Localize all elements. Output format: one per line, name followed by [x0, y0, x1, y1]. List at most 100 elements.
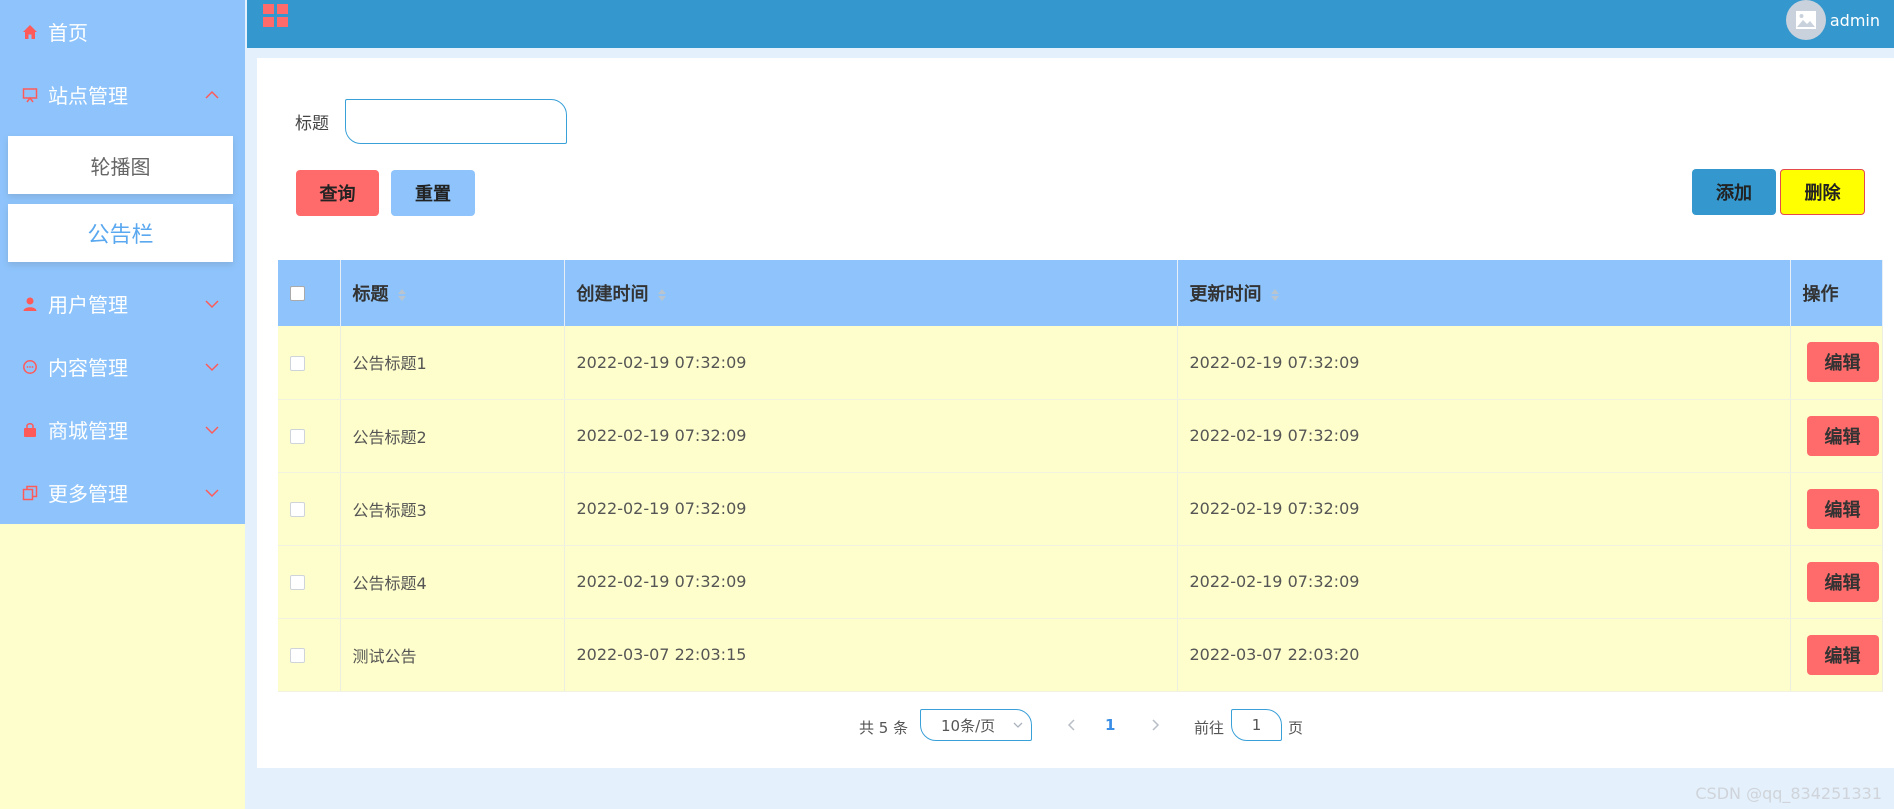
sort-icon[interactable] [657, 288, 667, 302]
chevron-down-icon [205, 488, 219, 497]
cell-created: 2022-03-07 22:03:15 [564, 618, 1178, 692]
table-row: 公告标题4 2022-02-19 07:32:09 2022-02-19 07:… [278, 545, 1883, 619]
column-header-label: 标题 [352, 284, 389, 305]
cell-created: 2022-02-19 07:32:09 [564, 472, 1178, 546]
page-size-value: 10条/页 [941, 716, 996, 735]
cell-created: 2022-02-19 07:32:09 [564, 545, 1178, 619]
cell-updated: 2022-03-07 22:03:20 [1177, 618, 1791, 692]
row-select-cell [278, 618, 341, 692]
add-button[interactable]: 添加 [1692, 169, 1776, 215]
sort-icon[interactable] [397, 288, 407, 302]
chevron-down-icon [1013, 722, 1023, 728]
cell-actions: 编辑 [1790, 472, 1883, 546]
top-bar: admin [247, 0, 1894, 48]
sidebar-item-more-management[interactable]: 更多管理 [0, 461, 245, 524]
site-management-submenu: 轮播图 公告栏 [0, 126, 245, 272]
chat-icon [22, 359, 38, 375]
main-panel: 标题 查询 重置 添加 删除 标题 创建时间 更新时间 操作 公告标题1 202… [257, 58, 1894, 768]
grid-icon[interactable] [263, 4, 289, 28]
table-header-row: 标题 创建时间 更新时间 操作 [278, 260, 1883, 326]
cell-actions: 编辑 [1790, 326, 1883, 400]
sidebar-item-label: 用户管理 [48, 293, 128, 317]
page-size-select[interactable]: 10条/页 [920, 709, 1032, 741]
page-number[interactable]: 1 [1105, 716, 1115, 734]
edit-button[interactable]: 编辑 [1806, 415, 1879, 456]
sidebar-item-site-management[interactable]: 站点管理 [0, 63, 245, 126]
table-row: 公告标题2 2022-02-19 07:32:09 2022-02-19 07:… [278, 399, 1883, 473]
edit-button[interactable]: 编辑 [1806, 488, 1879, 529]
prev-page-icon[interactable] [1065, 717, 1079, 733]
search-label: 标题 [295, 114, 329, 134]
sidebar-item-shop-management[interactable]: 商城管理 [0, 398, 245, 461]
column-header-created[interactable]: 创建时间 [564, 260, 1178, 326]
copy-icon [22, 485, 38, 501]
edit-button[interactable]: 编辑 [1806, 342, 1879, 383]
avatar-icon [1796, 11, 1816, 29]
cell-actions: 编辑 [1790, 618, 1883, 692]
sidebar-subitem-notice-board[interactable]: 公告栏 [8, 204, 233, 262]
reset-button[interactable]: 重置 [391, 170, 475, 216]
sidebar-item-label: 商城管理 [48, 419, 128, 443]
chevron-up-icon [205, 90, 219, 99]
edit-button[interactable]: 编辑 [1806, 634, 1879, 675]
query-button[interactable]: 查询 [296, 170, 379, 216]
pagination: 共 5 条 10条/页 1 前往 页 [257, 709, 1894, 743]
cell-title: 公告标题1 [340, 326, 565, 400]
monitor-icon [22, 87, 38, 103]
sidebar-item-label: 内容管理 [48, 356, 128, 380]
chevron-down-icon [205, 362, 219, 371]
sidebar-item-label: 首页 [48, 21, 88, 45]
bag-icon [22, 422, 38, 438]
cell-updated: 2022-02-19 07:32:09 [1177, 326, 1791, 400]
cell-title: 公告标题2 [340, 399, 565, 473]
cell-updated: 2022-02-19 07:32:09 [1177, 399, 1791, 473]
sidebar-subitem-carousel[interactable]: 轮播图 [8, 136, 233, 194]
cell-title: 测试公告 [340, 618, 565, 692]
cell-title: 公告标题4 [340, 545, 565, 619]
chevron-down-icon [205, 299, 219, 308]
table-row: 公告标题1 2022-02-19 07:32:09 2022-02-19 07:… [278, 326, 1883, 400]
select-all-cell [278, 260, 341, 326]
delete-button[interactable]: 删除 [1780, 169, 1865, 215]
user-icon [22, 296, 38, 312]
cell-created: 2022-02-19 07:32:09 [564, 326, 1178, 400]
username[interactable]: admin [1830, 11, 1880, 30]
cell-updated: 2022-02-19 07:32:09 [1177, 545, 1791, 619]
cell-actions: 编辑 [1790, 545, 1883, 619]
total-count: 共 5 条 [859, 719, 909, 737]
goto-label: 前往 [1194, 719, 1225, 737]
cell-updated: 2022-02-19 07:32:09 [1177, 472, 1791, 546]
row-checkbox[interactable] [290, 648, 305, 663]
select-all-checkbox[interactable] [290, 286, 305, 301]
sort-icon[interactable] [1270, 288, 1280, 302]
home-icon [22, 24, 38, 40]
goto-page-input[interactable] [1231, 709, 1282, 741]
cell-actions: 编辑 [1790, 399, 1883, 473]
row-checkbox[interactable] [290, 575, 305, 590]
avatar[interactable] [1786, 0, 1826, 40]
sidebar-item-home[interactable]: 首页 [0, 0, 245, 63]
sidebar-item-content-management[interactable]: 内容管理 [0, 335, 245, 398]
row-select-cell [278, 326, 341, 400]
edit-button[interactable]: 编辑 [1806, 561, 1879, 602]
column-header-updated[interactable]: 更新时间 [1177, 260, 1791, 326]
column-header-label: 操作 [1802, 284, 1839, 305]
row-select-cell [278, 399, 341, 473]
row-checkbox[interactable] [290, 355, 305, 371]
title-search-input[interactable] [345, 99, 567, 144]
row-checkbox[interactable] [290, 502, 305, 517]
notice-table: 标题 创建时间 更新时间 操作 公告标题1 2022-02-19 07:32:0… [278, 260, 1883, 692]
table-row: 测试公告 2022-03-07 22:03:15 2022-03-07 22:0… [278, 618, 1883, 692]
column-header-title[interactable]: 标题 [340, 260, 565, 326]
cell-title: 公告标题3 [340, 472, 565, 546]
cell-created: 2022-02-19 07:32:09 [564, 399, 1178, 473]
sidebar-item-label: 站点管理 [48, 84, 128, 108]
column-header-label: 创建时间 [576, 284, 649, 305]
row-checkbox[interactable] [290, 429, 305, 444]
watermark: CSDN @qq_834251331 [1695, 784, 1882, 803]
sidebar: 首页 站点管理 轮播图 公告栏 用户管理 内容管理 商城管理 更多管理 [0, 0, 245, 809]
row-select-cell [278, 472, 341, 546]
sidebar-item-user-management[interactable]: 用户管理 [0, 272, 245, 335]
next-page-icon[interactable] [1148, 717, 1162, 733]
column-header-label: 更新时间 [1189, 284, 1262, 305]
